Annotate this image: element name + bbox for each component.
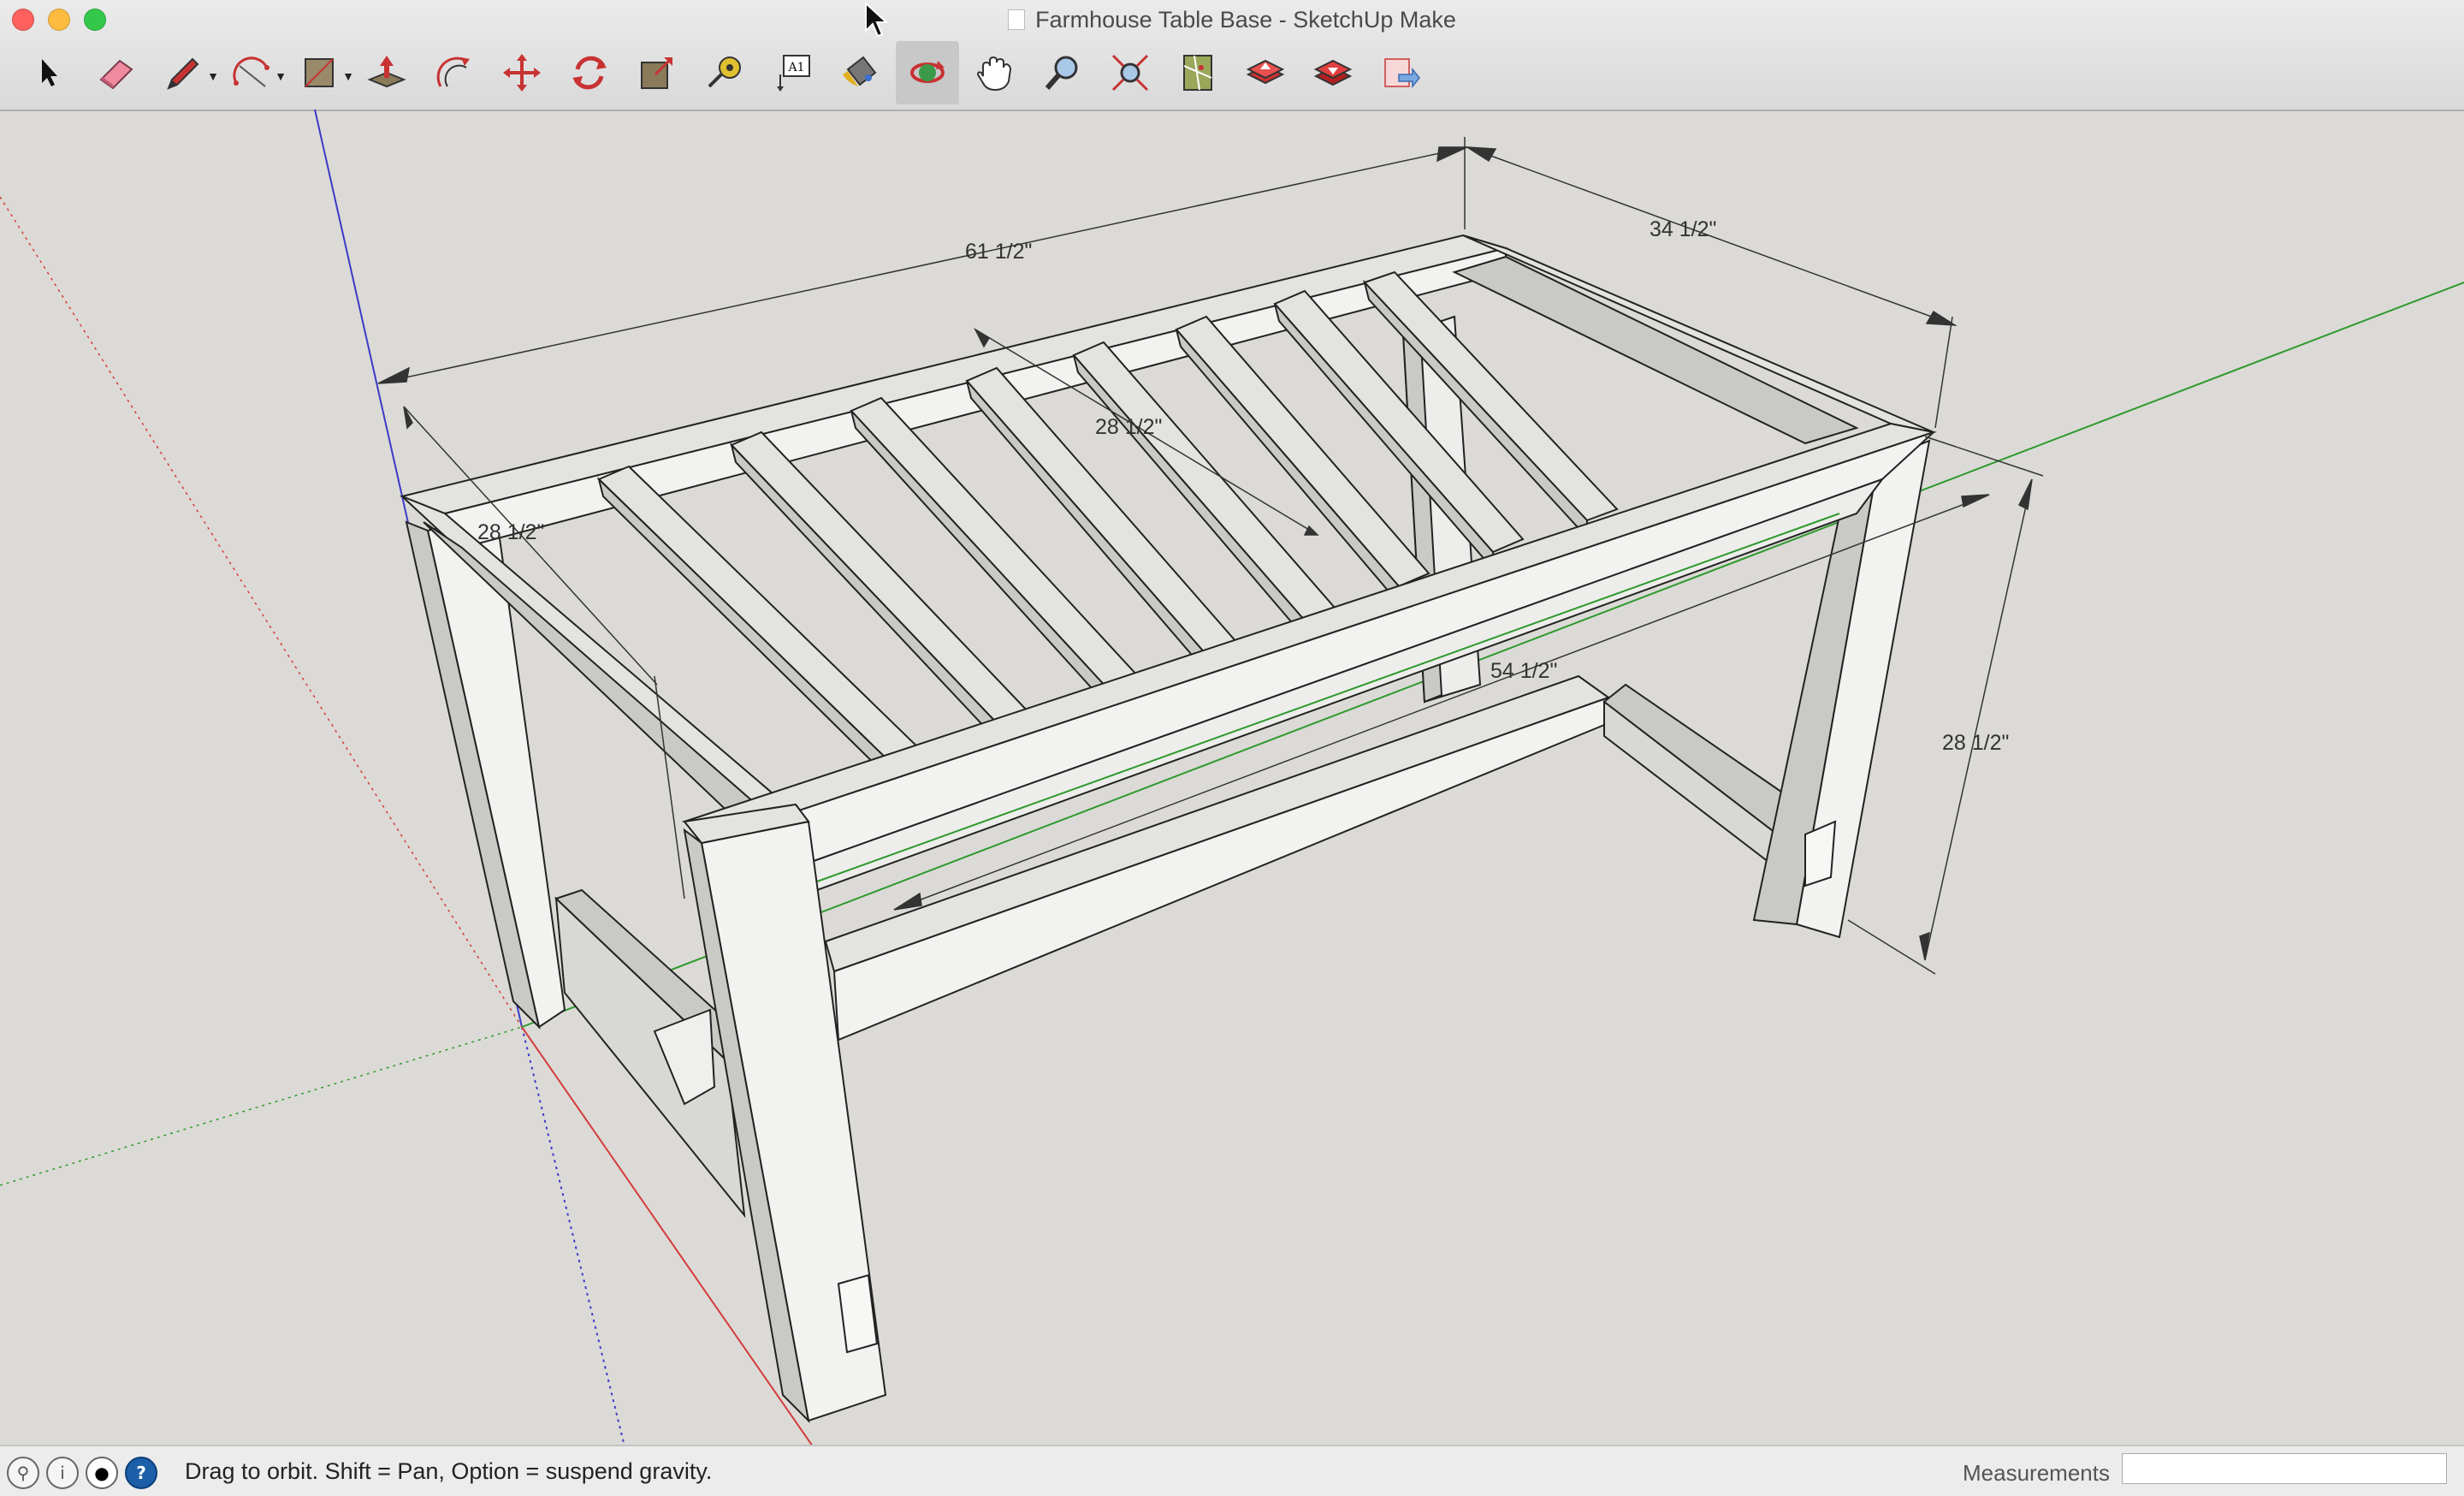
measurements-input[interactable] [2122,1453,2447,1484]
geolocation-icon[interactable]: ⚲ [7,1457,39,1489]
dimension-overall-length[interactable]: 61 1/2" [965,240,1032,264]
status-bar: ⚲ i ● ? Drag to orbit. Shift = Pan, Opti… [0,1445,2464,1496]
status-icons: ⚲ i ● ? [7,1457,157,1489]
slat [850,396,1140,691]
drawing-viewport[interactable]: 61 1/2" 34 1/2" 28 1/2" 28 1/2" 54 1/2" … [0,2,2464,1447]
dimension-height[interactable]: 28 1/2" [1942,731,2009,756]
mouse-cursor-icon [865,2,889,38]
status-hint: Drag to orbit. Shift = Pan, Option = sus… [185,1458,713,1484]
slat [730,430,1033,729]
credits-icon[interactable]: i [46,1457,79,1489]
blue-axis-dotted [521,1026,625,1447]
dimension-inner-top[interactable]: 28 1/2" [1095,415,1162,440]
dimension-stretcher-length[interactable]: 54 1/2" [1490,659,1557,684]
dimension-overall-width[interactable]: 34 1/2" [1650,217,1716,242]
model-scene[interactable] [0,0,2464,1494]
right-end-rail-top [1462,234,1934,433]
user-account-icon[interactable]: ● [86,1457,118,1489]
green-axis-dotted [0,1026,523,1186]
measurements-label: Measurements [1963,1460,2110,1486]
help-icon[interactable]: ? [125,1457,157,1489]
dimension-inner-left[interactable]: 28 1/2" [477,520,544,545]
